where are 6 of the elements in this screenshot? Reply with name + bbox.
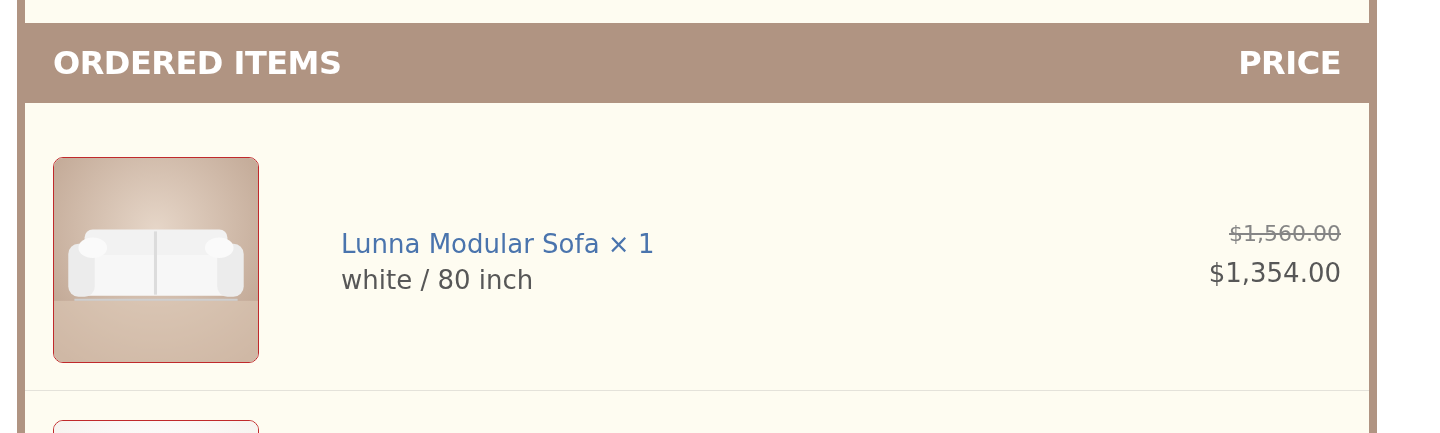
sale-price: $1,354.00 [1208, 257, 1341, 290]
product-link[interactable]: Lunna Modular Sofa × 1 [341, 224, 1209, 264]
column-heading: ORDERED ITEMS [53, 44, 342, 82]
column-heading: PRICE [1238, 44, 1341, 82]
original-price: $1,560.00 [1229, 220, 1341, 248]
product-variant: white / 80 inch [341, 264, 535, 296]
